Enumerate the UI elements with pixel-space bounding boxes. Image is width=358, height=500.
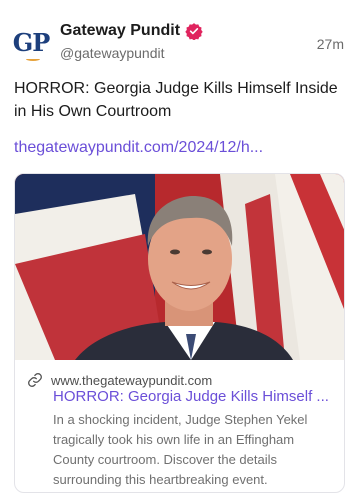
avatar-logo-text: GP: [12, 28, 51, 57]
post-timestamp[interactable]: 27m: [317, 36, 344, 52]
post-link[interactable]: thegatewaypundit.com/2024/12/h...: [14, 139, 263, 157]
author-name[interactable]: Gateway Pundit: [60, 22, 180, 40]
verified-badge-icon: [185, 23, 203, 40]
link-preview-card[interactable]: www.thegatewaypundit.com HORROR: Georgia…: [14, 173, 345, 493]
card-domain-row: www.thegatewaypundit.com: [27, 372, 212, 388]
card-domain: www.thegatewaypundit.com: [51, 372, 213, 388]
card-title[interactable]: HORROR: Georgia Judge Kills Himself ...: [53, 388, 339, 405]
card-description: In a shocking incident, Judge Stephen Ye…: [53, 412, 308, 487]
author-name-row[interactable]: Gateway Pundit: [60, 22, 203, 40]
avatar[interactable]: GP: [12, 24, 50, 62]
card-image[interactable]: [15, 174, 345, 360]
avatar-swoosh: [26, 57, 40, 61]
link-icon: [28, 373, 42, 387]
author-handle[interactable]: @gatewaypundit: [60, 45, 165, 61]
post-text: HORROR: Georgia Judge Kills Himself Insi…: [14, 80, 338, 120]
post[interactable]: GP Gateway Pundit @gatewaypundit 27m HOR…: [0, 0, 358, 500]
